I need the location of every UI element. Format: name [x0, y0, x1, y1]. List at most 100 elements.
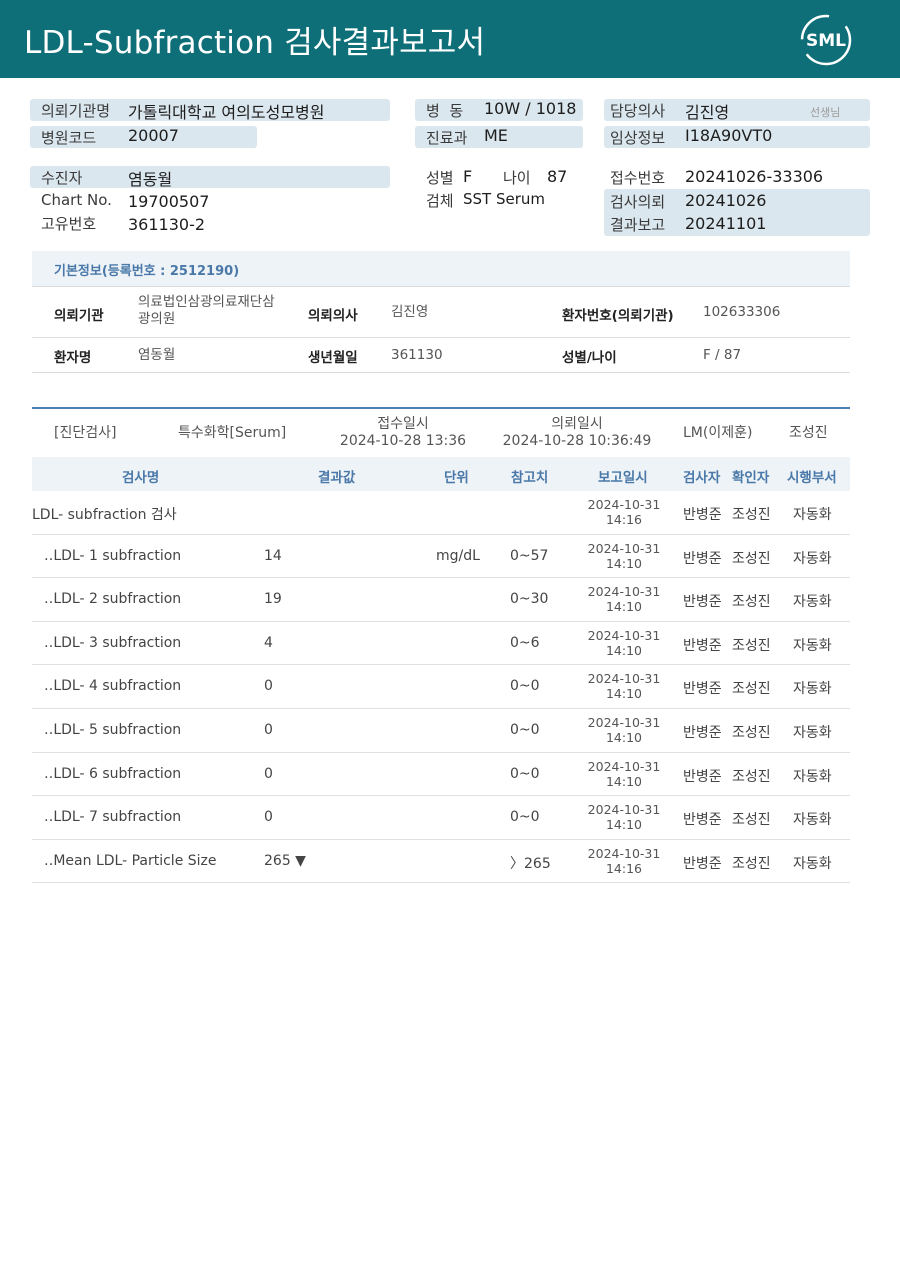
- col-report-date: 보고일시: [598, 470, 648, 486]
- report-label: 결과보고: [610, 216, 666, 234]
- sml-logo-text: SML: [806, 31, 846, 51]
- age-label: 나이: [503, 169, 531, 187]
- patient-label: 수진자: [41, 169, 83, 187]
- table-row: ‥LDL- 4 subfraction 0 0~0 2024-10-31 14:10 반병…: [32, 665, 850, 709]
- order-lm: LM(이제훈): [683, 425, 753, 441]
- reference-range: 0~0: [510, 765, 540, 782]
- table-row: LDL- subfraction 검사 2024-10-31 14:16 반병준 조성진…: [32, 491, 850, 535]
- sex-label: 성별: [426, 169, 454, 187]
- reference-range: 0~0: [510, 722, 540, 738]
- report-date: 2024-10-31: [587, 497, 661, 512]
- department: 자동화: [793, 550, 832, 567]
- name-key: 환자명: [54, 350, 92, 366]
- receipt-value: 20241026-33306: [685, 167, 824, 186]
- chart-value: 19700507: [128, 192, 210, 211]
- clinical-value: I18A90VT0: [685, 126, 773, 145]
- department: 자동화: [793, 637, 832, 654]
- test-name: ‥Mean LDL- Particle Size: [44, 852, 217, 869]
- doc-key: 의뢰의사: [308, 308, 358, 324]
- reference-range: 0~0: [510, 809, 540, 826]
- sex-value: F: [463, 167, 473, 186]
- reference-range: 0~6: [510, 634, 540, 651]
- report-title: LDL-Subfraction 검사결과보고서: [24, 25, 486, 61]
- institution-value: 가톨릭대학교 여의도성모병원: [128, 103, 325, 122]
- divider: [32, 337, 850, 338]
- col-dept: 시행부서: [787, 470, 837, 486]
- result-value: 265 ▼: [264, 852, 306, 869]
- col-reference: 참고치: [511, 470, 549, 486]
- inst-val-2: 광의원: [138, 311, 176, 327]
- pno-val: 102633306: [703, 304, 781, 320]
- table-row: ‥LDL- 1 subfraction 14 mg/dL 0~57 2024-10-31…: [32, 535, 850, 579]
- order-section: 특수화학[Serum]: [178, 425, 287, 441]
- report-date: 2024-10-31: [587, 845, 661, 861]
- department: 자동화: [793, 768, 832, 785]
- received-value: 2024-10-28 13:36: [339, 433, 467, 449]
- order-confirmer: 조성진: [789, 425, 828, 441]
- col-test-name: 검사명: [122, 470, 160, 486]
- table-row: ‥LDL- 6 subfraction 0 0~0 2024-10-31 14:10 반병…: [32, 753, 850, 797]
- department: 자동화: [793, 812, 832, 829]
- report-time: 14:10: [605, 642, 643, 658]
- result-value: 0: [264, 765, 273, 782]
- unique-value: 361130-2: [128, 215, 206, 234]
- confirmer: 조성진: [732, 594, 771, 611]
- birth-val: 361130: [391, 347, 443, 363]
- doctor-suffix: 선생님: [810, 106, 841, 119]
- order-divider: [32, 407, 850, 409]
- order-category: [진단검사]: [54, 425, 117, 441]
- reference-range: 0~30: [510, 591, 549, 608]
- hospital-code-value: 20007: [128, 126, 179, 145]
- test-name: LDL- subfraction 검사: [32, 507, 177, 523]
- sexage-val: F / 87: [703, 347, 742, 363]
- inst-val-1: 의료법인삼광의료재단삼: [138, 294, 275, 310]
- tester: 반병준: [683, 681, 722, 698]
- unit: mg/dL: [436, 547, 480, 564]
- report-date: 2024-10-31: [587, 802, 661, 818]
- col-unit: 단위: [444, 470, 469, 486]
- test-name: ‥LDL- 6 subfraction: [44, 765, 182, 782]
- table-row: ‥LDL- 5 subfraction 0 0~0 2024-10-31 14:10 반병…: [32, 709, 850, 753]
- confirmer: 조성진: [732, 550, 771, 567]
- report-date: 2024-10-31: [587, 671, 661, 687]
- tester: 반병준: [683, 768, 722, 785]
- tester: 반병준: [683, 550, 722, 567]
- ward-value: 10W / 1018: [484, 99, 577, 118]
- tester: 반병준: [683, 812, 722, 829]
- col-result: 결과값: [318, 470, 356, 486]
- report-date: 2024-10-31: [587, 540, 661, 556]
- test-name: ‥LDL- 1 subfraction: [44, 547, 182, 564]
- table-row: ‥LDL- 3 subfraction 4 0~6 2024-10-31 14:10 반병…: [32, 622, 850, 666]
- confirmer: 조성진: [732, 768, 771, 785]
- dept-label: 진료과: [426, 129, 468, 147]
- test-name: ‥LDL- 5 subfraction: [44, 722, 182, 738]
- col-confirmer: 확인자: [732, 470, 770, 486]
- reference-range: 0~0: [510, 678, 540, 695]
- report-time: 14:10: [605, 773, 643, 789]
- tester: 반병준: [683, 594, 722, 611]
- test-name: ‥LDL- 2 subfraction: [44, 591, 182, 608]
- col-tester: 검사자: [683, 470, 721, 486]
- clinical-label: 임상정보: [610, 129, 666, 147]
- divider: [32, 372, 850, 373]
- department: 자동화: [793, 594, 832, 611]
- patient-pill: [30, 166, 390, 188]
- request-label: 검사의뢰: [610, 193, 666, 211]
- received-label: 접수일시: [377, 416, 429, 432]
- confirmer: 조성진: [732, 725, 771, 741]
- unique-label: 고유번호: [41, 215, 97, 233]
- confirmer: 조성진: [732, 812, 771, 829]
- pno-key: 환자번호(의뢰기관): [562, 308, 674, 324]
- specimen-value: SST Serum: [463, 190, 546, 208]
- report-time: 14:16: [605, 512, 643, 527]
- result-value: 19: [264, 591, 282, 608]
- report-time: 14:10: [605, 817, 643, 833]
- test-name: ‥LDL- 7 subfraction: [44, 809, 182, 826]
- test-name: ‥LDL- 3 subfraction: [44, 634, 182, 651]
- result-value: 0: [264, 809, 273, 826]
- request-value: 20241026: [685, 191, 767, 210]
- report-date: 2024-10-31: [587, 715, 661, 730]
- reference-range: 0~57: [510, 547, 549, 564]
- department: 자동화: [793, 681, 832, 698]
- report-value: 20241101: [685, 214, 767, 233]
